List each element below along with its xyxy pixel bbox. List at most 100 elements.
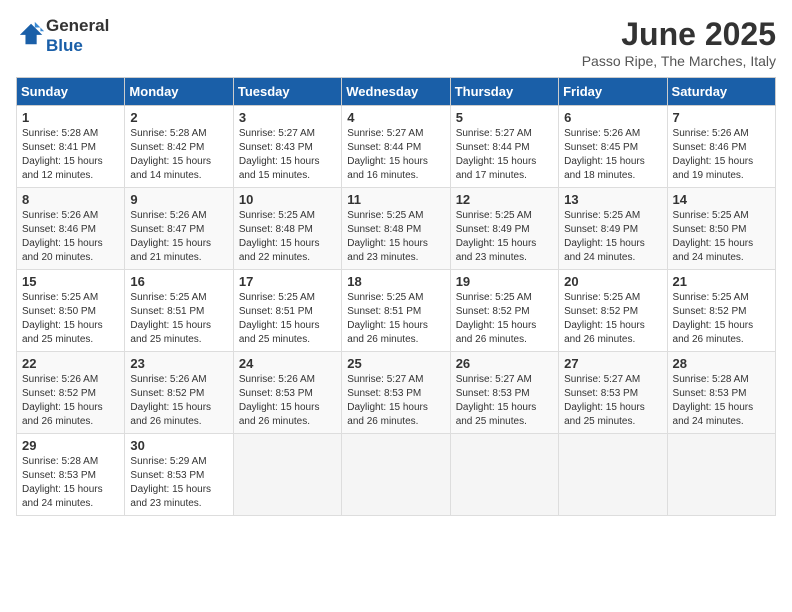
page-header: General Blue June 2025 Passo Ripe, The M… — [16, 16, 776, 69]
day-number: 15 — [22, 274, 119, 289]
day-info: Sunrise: 5:28 AMSunset: 8:42 PMDaylight:… — [130, 127, 227, 183]
day-number: 10 — [239, 192, 336, 207]
calendar-header-monday: Monday — [125, 78, 233, 106]
day-number: 9 — [130, 192, 227, 207]
day-info: Sunrise: 5:27 AMSunset: 8:44 PMDaylight:… — [456, 127, 553, 183]
day-number: 28 — [673, 356, 770, 371]
calendar-cell — [559, 434, 667, 516]
calendar-week-row: 15 Sunrise: 5:25 AMSunset: 8:50 PMDayligh… — [17, 270, 776, 352]
day-info: Sunrise: 5:25 AMSunset: 8:52 PMDaylight:… — [564, 291, 661, 347]
day-info: Sunrise: 5:26 AMSunset: 8:46 PMDaylight:… — [22, 209, 119, 265]
day-info: Sunrise: 5:25 AMSunset: 8:52 PMDaylight:… — [673, 291, 770, 347]
day-info: Sunrise: 5:26 AMSunset: 8:47 PMDaylight:… — [130, 209, 227, 265]
logo: General Blue — [16, 16, 109, 56]
calendar-header-row: SundayMondayTuesdayWednesdayThursdayFrid… — [17, 78, 776, 106]
calendar-header-friday: Friday — [559, 78, 667, 106]
calendar-cell: 11Sunrise: 5:25 AMSunset: 8:48 PMDayligh… — [342, 188, 450, 270]
day-info: Sunrise: 5:25 AMSunset: 8:51 PMDaylight:… — [347, 291, 444, 347]
calendar-week-row: 22 Sunrise: 5:26 AMSunset: 8:52 PMDayligh… — [17, 352, 776, 434]
month-title: June 2025 — [582, 16, 776, 53]
calendar-cell: 22Sunrise: 5:26 AMSunset: 8:52 PMDayligh… — [17, 352, 125, 434]
day-info: Sunrise: 5:25 AMSunset: 8:50 PMDaylight:… — [673, 209, 770, 265]
day-info: Sunrise: 5:28 AMSunset: 8:53 PMDaylight:… — [673, 373, 770, 429]
calendar-cell — [667, 434, 775, 516]
calendar-cell: 20Sunrise: 5:25 AMSunset: 8:52 PMDayligh… — [559, 270, 667, 352]
day-info: Sunrise: 5:25 AMSunset: 8:48 PMDaylight:… — [239, 209, 336, 265]
calendar-cell — [450, 434, 558, 516]
day-info: Sunrise: 5:25 AMSunset: 8:49 PMDaylight:… — [456, 209, 553, 265]
day-number: 22 — [22, 356, 119, 371]
calendar-body: 1 Sunrise: 5:28 AMSunset: 8:41 PMDaylight… — [17, 106, 776, 516]
title-area: June 2025 Passo Ripe, The Marches, Italy — [582, 16, 776, 69]
calendar-cell: 26 Sunrise: 5:27 AMSunset: 8:53 PMDayligh… — [450, 352, 558, 434]
day-number: 19 — [456, 274, 553, 289]
calendar-cell: 1 Sunrise: 5:28 AMSunset: 8:41 PMDaylight… — [17, 106, 125, 188]
day-number: 1 — [22, 110, 119, 125]
calendar-cell: 15 Sunrise: 5:25 AMSunset: 8:50 PMDayligh… — [17, 270, 125, 352]
day-info: Sunrise: 5:28 AMSunset: 8:53 PMDaylight:… — [22, 455, 119, 511]
calendar-cell: 27 Sunrise: 5:27 AMSunset: 8:53 PMDayligh… — [559, 352, 667, 434]
day-number: 16 — [130, 274, 227, 289]
day-info: Sunrise: 5:28 AMSunset: 8:41 PMDaylight:… — [22, 127, 119, 183]
calendar-cell: 30 Sunrise: 5:29 AMSunset: 8:53 PMDayligh… — [125, 434, 233, 516]
calendar-cell — [233, 434, 341, 516]
day-info: Sunrise: 5:26 AMSunset: 8:46 PMDaylight:… — [673, 127, 770, 183]
calendar-cell: 18 Sunrise: 5:25 AMSunset: 8:51 PMDayligh… — [342, 270, 450, 352]
day-number: 3 — [239, 110, 336, 125]
calendar-cell: 4Sunrise: 5:27 AMSunset: 8:44 PMDaylight… — [342, 106, 450, 188]
calendar-header-sunday: Sunday — [17, 78, 125, 106]
calendar-week-row: 1 Sunrise: 5:28 AMSunset: 8:41 PMDaylight… — [17, 106, 776, 188]
day-info: Sunrise: 5:27 AMSunset: 8:44 PMDaylight:… — [347, 127, 444, 183]
calendar-cell: 28 Sunrise: 5:28 AMSunset: 8:53 PMDayligh… — [667, 352, 775, 434]
day-info: Sunrise: 5:25 AMSunset: 8:51 PMDaylight:… — [130, 291, 227, 347]
day-number: 14 — [673, 192, 770, 207]
calendar: SundayMondayTuesdayWednesdayThursdayFrid… — [16, 77, 776, 516]
calendar-cell: 21 Sunrise: 5:25 AMSunset: 8:52 PMDayligh… — [667, 270, 775, 352]
calendar-cell: 9 Sunrise: 5:26 AMSunset: 8:47 PMDaylight… — [125, 188, 233, 270]
calendar-header-tuesday: Tuesday — [233, 78, 341, 106]
calendar-cell: 19 Sunrise: 5:25 AMSunset: 8:52 PMDayligh… — [450, 270, 558, 352]
calendar-header-saturday: Saturday — [667, 78, 775, 106]
calendar-cell: 6 Sunrise: 5:26 AMSunset: 8:45 PMDaylight… — [559, 106, 667, 188]
calendar-cell: 7 Sunrise: 5:26 AMSunset: 8:46 PMDaylight… — [667, 106, 775, 188]
day-number: 18 — [347, 274, 444, 289]
calendar-cell: 3 Sunrise: 5:27 AMSunset: 8:43 PMDaylight… — [233, 106, 341, 188]
calendar-cell: 16 Sunrise: 5:25 AMSunset: 8:51 PMDayligh… — [125, 270, 233, 352]
logo-blue: Blue — [46, 36, 83, 55]
day-number: 30 — [130, 438, 227, 453]
day-number: 6 — [564, 110, 661, 125]
day-number: 7 — [673, 110, 770, 125]
day-info: Sunrise: 5:25 AMSunset: 8:52 PMDaylight:… — [456, 291, 553, 347]
day-number: 17 — [239, 274, 336, 289]
day-number: 2 — [130, 110, 227, 125]
calendar-cell: 12Sunrise: 5:25 AMSunset: 8:49 PMDayligh… — [450, 188, 558, 270]
calendar-cell: 5Sunrise: 5:27 AMSunset: 8:44 PMDaylight… — [450, 106, 558, 188]
day-info: Sunrise: 5:26 AMSunset: 8:52 PMDaylight:… — [130, 373, 227, 429]
day-info: Sunrise: 5:27 AMSunset: 8:53 PMDaylight:… — [456, 373, 553, 429]
day-info: Sunrise: 5:25 AMSunset: 8:51 PMDaylight:… — [239, 291, 336, 347]
logo-general: General — [46, 16, 109, 35]
calendar-header-thursday: Thursday — [450, 78, 558, 106]
day-number: 26 — [456, 356, 553, 371]
day-info: Sunrise: 5:29 AMSunset: 8:53 PMDaylight:… — [130, 455, 227, 511]
day-info: Sunrise: 5:25 AMSunset: 8:50 PMDaylight:… — [22, 291, 119, 347]
day-info: Sunrise: 5:25 AMSunset: 8:48 PMDaylight:… — [347, 209, 444, 265]
location-title: Passo Ripe, The Marches, Italy — [582, 53, 776, 69]
calendar-cell: 13Sunrise: 5:25 AMSunset: 8:49 PMDayligh… — [559, 188, 667, 270]
calendar-cell: 14 Sunrise: 5:25 AMSunset: 8:50 PMDayligh… — [667, 188, 775, 270]
day-info: Sunrise: 5:27 AMSunset: 8:43 PMDaylight:… — [239, 127, 336, 183]
calendar-cell: 10 Sunrise: 5:25 AMSunset: 8:48 PMDayligh… — [233, 188, 341, 270]
calendar-cell: 8Sunrise: 5:26 AMSunset: 8:46 PMDaylight… — [17, 188, 125, 270]
day-number: 24 — [239, 356, 336, 371]
day-info: Sunrise: 5:25 AMSunset: 8:49 PMDaylight:… — [564, 209, 661, 265]
calendar-cell: 2 Sunrise: 5:28 AMSunset: 8:42 PMDaylight… — [125, 106, 233, 188]
day-number: 21 — [673, 274, 770, 289]
day-number: 29 — [22, 438, 119, 453]
calendar-week-row: 8Sunrise: 5:26 AMSunset: 8:46 PMDaylight… — [17, 188, 776, 270]
day-info: Sunrise: 5:26 AMSunset: 8:45 PMDaylight:… — [564, 127, 661, 183]
day-info: Sunrise: 5:27 AMSunset: 8:53 PMDaylight:… — [564, 373, 661, 429]
day-number: 27 — [564, 356, 661, 371]
day-info: Sunrise: 5:26 AMSunset: 8:53 PMDaylight:… — [239, 373, 336, 429]
day-number: 25 — [347, 356, 444, 371]
calendar-cell: 29 Sunrise: 5:28 AMSunset: 8:53 PMDayligh… — [17, 434, 125, 516]
